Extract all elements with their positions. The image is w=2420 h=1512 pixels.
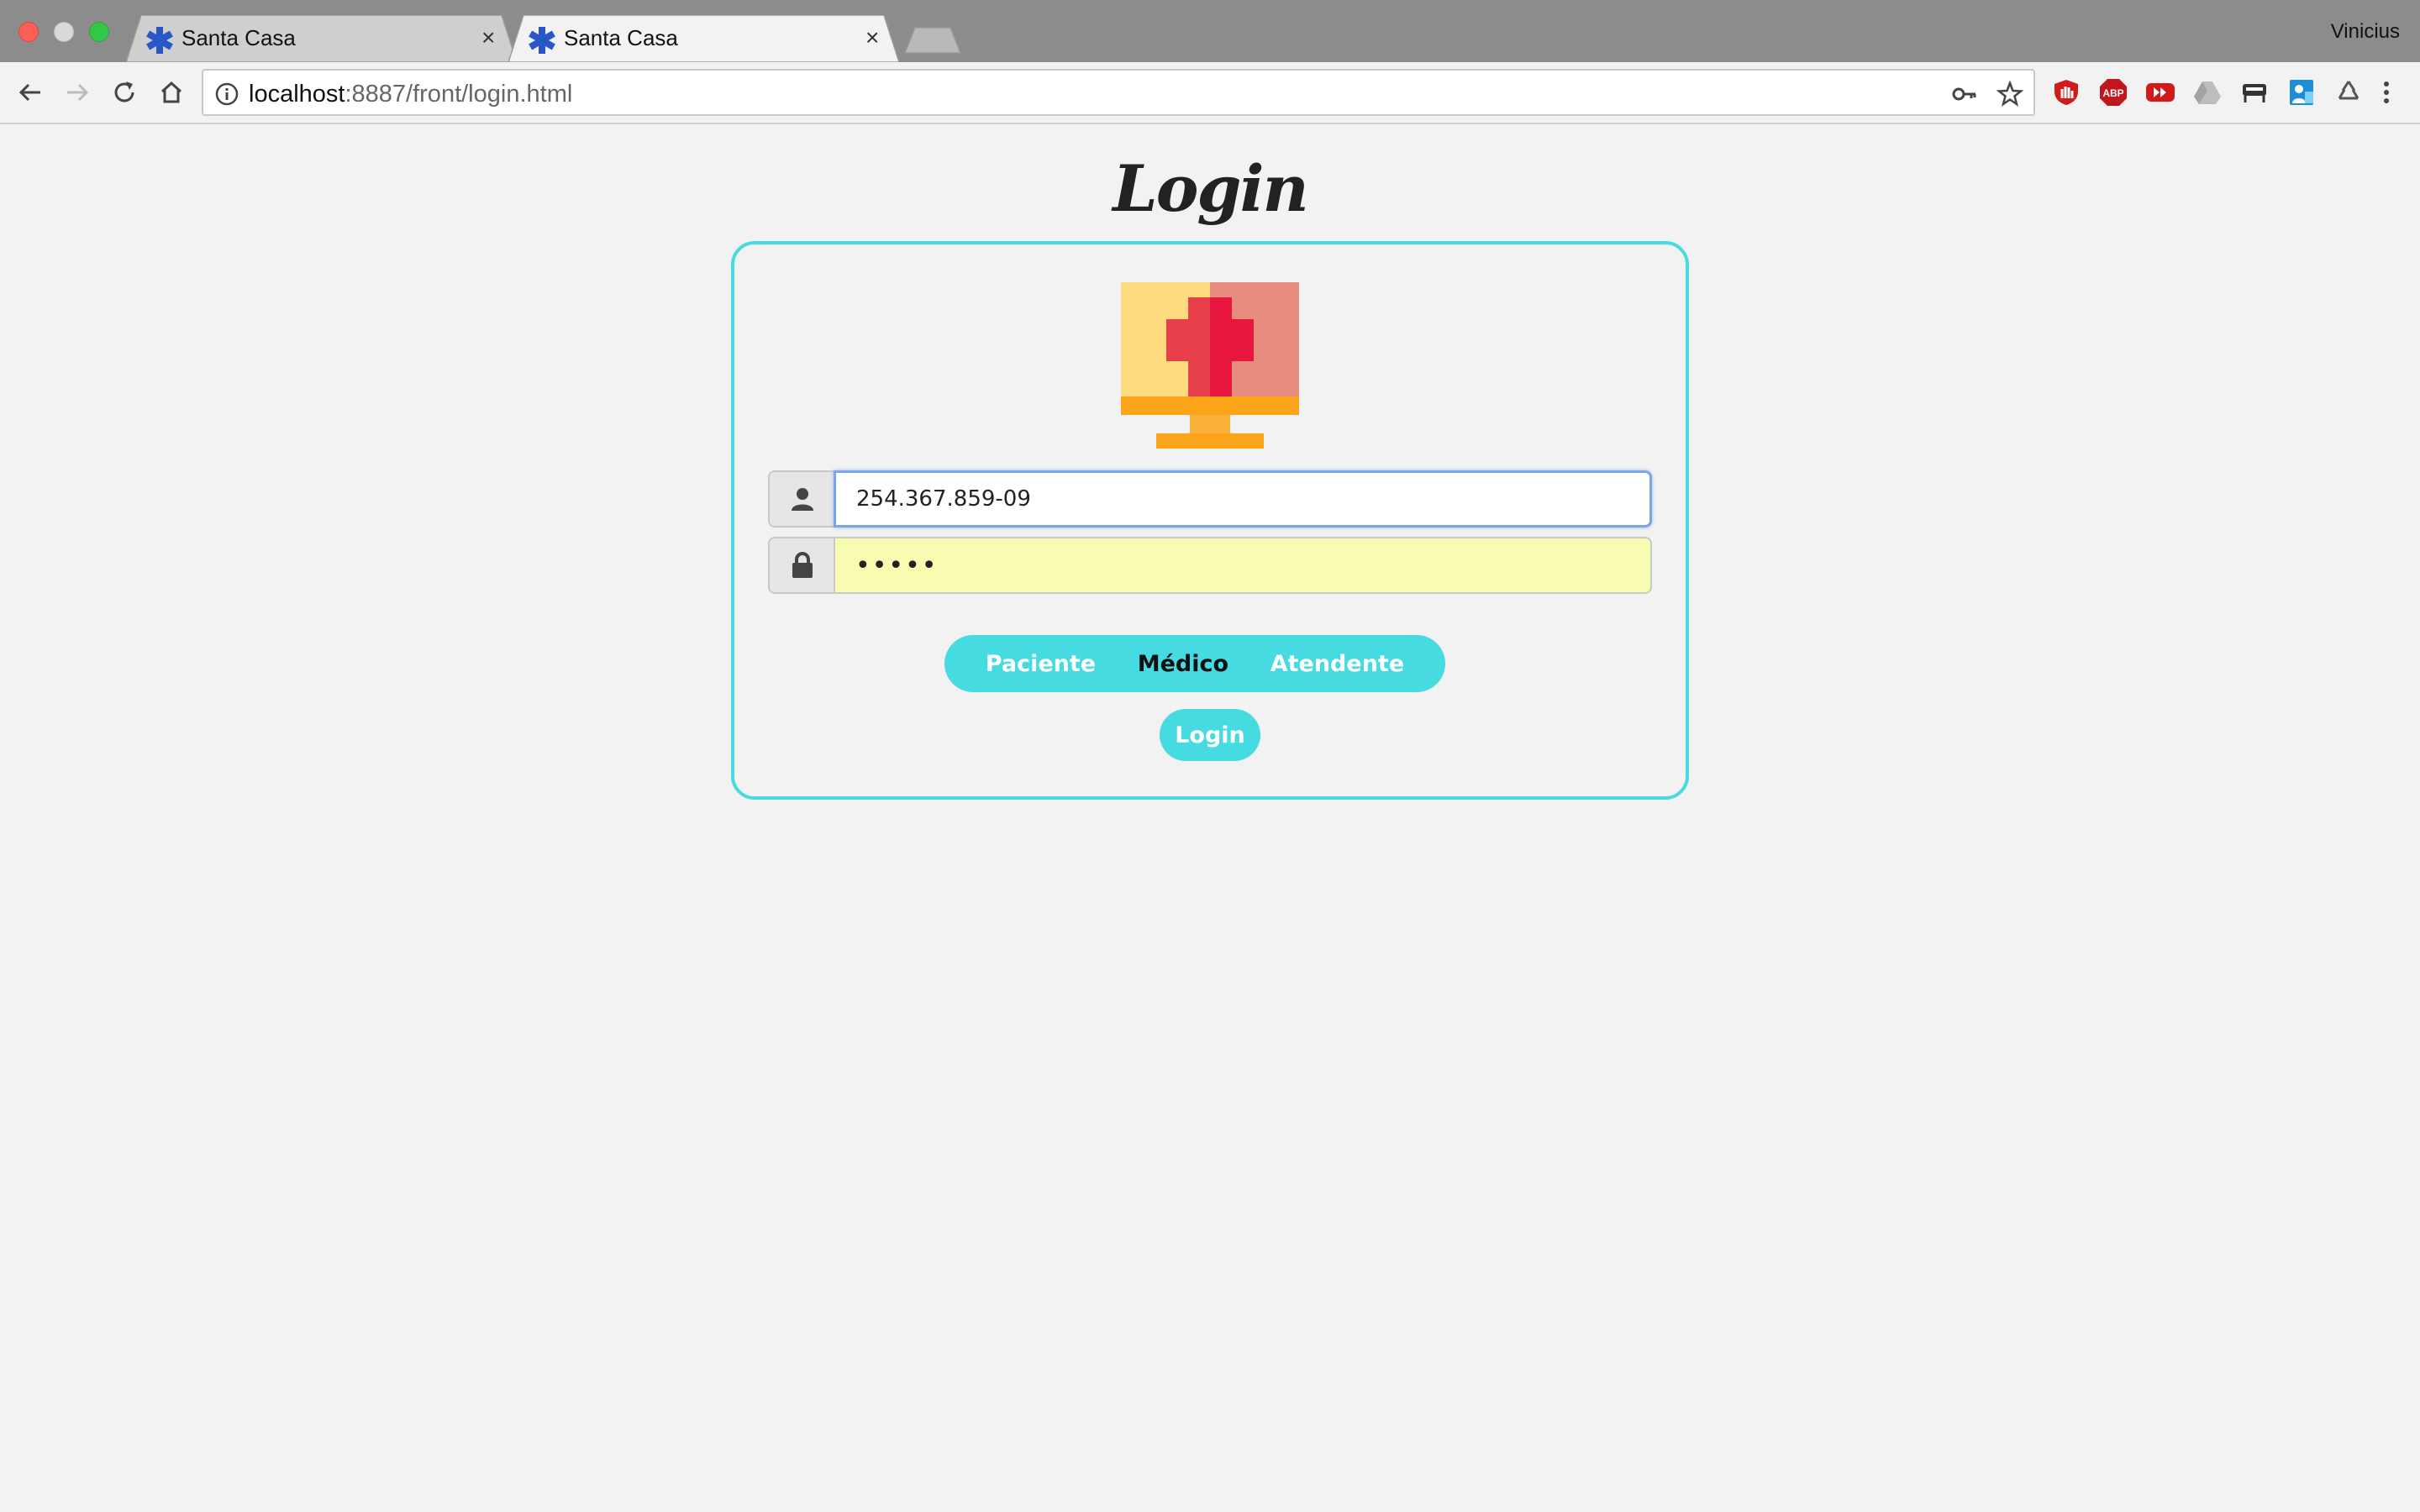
password-field-group [768, 537, 1652, 594]
browser-title-bar: Santa Casa × Santa Casa × Vinicius [0, 0, 2420, 62]
url-text[interactable]: localhost:8887/front/login.html [249, 81, 572, 108]
ublock-icon[interactable] [2050, 76, 2082, 108]
tab-close-button[interactable]: × [481, 26, 495, 50]
lock-icon [792, 552, 813, 578]
site-info-icon[interactable] [212, 79, 242, 109]
role-paciente-button[interactable]: Paciente [986, 651, 1096, 677]
login-button[interactable]: Login [1160, 709, 1260, 761]
tab-close-button[interactable]: × [865, 26, 879, 50]
password-input[interactable] [834, 537, 1652, 594]
google-drive-icon[interactable] [2191, 76, 2223, 108]
username-field-group [768, 470, 1652, 528]
arrow-right-icon [67, 83, 89, 102]
role-atendente-button[interactable]: Atendente [1270, 651, 1404, 677]
svg-text:ABP: ABP [2102, 87, 2123, 99]
user-addon [768, 470, 835, 528]
star-of-life-icon [146, 27, 173, 54]
medical-monitor-logo-icon [1121, 282, 1299, 449]
url-host: localhost [249, 81, 345, 108]
tab-title: Santa Casa [182, 25, 296, 50]
window-minimize-button[interactable] [54, 22, 74, 42]
adblock-plus-icon[interactable]: ABP [2097, 76, 2129, 108]
reload-button[interactable] [106, 74, 143, 111]
new-tab-button[interactable] [903, 27, 962, 54]
tab-title: Santa Casa [564, 25, 678, 50]
page-title: Login [1113, 151, 1308, 226]
youtube-icon[interactable] [2144, 76, 2176, 108]
arrow-left-icon [18, 83, 40, 102]
bookmark-star-icon[interactable] [1995, 79, 2025, 109]
role-selector: Paciente Médico Atendente [944, 635, 1445, 692]
forward-button[interactable] [59, 74, 96, 111]
profile-name[interactable]: Vinicius [2331, 20, 2400, 44]
menu-kebab-icon[interactable] [2376, 76, 2396, 108]
window-close-button[interactable] [18, 22, 39, 42]
back-button[interactable] [12, 74, 49, 111]
key-icon[interactable] [1949, 79, 1980, 109]
star-of-life-icon [529, 27, 555, 54]
reload-icon [114, 81, 134, 102]
home-icon [160, 81, 182, 103]
window-maximize-button[interactable] [89, 22, 109, 42]
browser-tab-2-active[interactable]: Santa Casa × [508, 15, 899, 62]
url-path: :8887/front/login.html [345, 81, 573, 108]
browser-tab-1[interactable]: Santa Casa × [126, 15, 517, 62]
home-button[interactable] [153, 74, 190, 111]
contact-icon[interactable] [2286, 76, 2317, 108]
extension-icon[interactable] [2238, 76, 2270, 108]
user-icon [792, 488, 813, 511]
role-medico-button[interactable]: Médico [1138, 651, 1228, 677]
username-input[interactable] [834, 470, 1652, 528]
lock-addon [768, 537, 835, 594]
address-bar[interactable]: localhost:8887/front/login.html [202, 69, 2035, 116]
browser-toolbar: localhost:8887/front/login.html ABP [0, 62, 2420, 124]
recycle-icon[interactable] [2333, 76, 2365, 108]
